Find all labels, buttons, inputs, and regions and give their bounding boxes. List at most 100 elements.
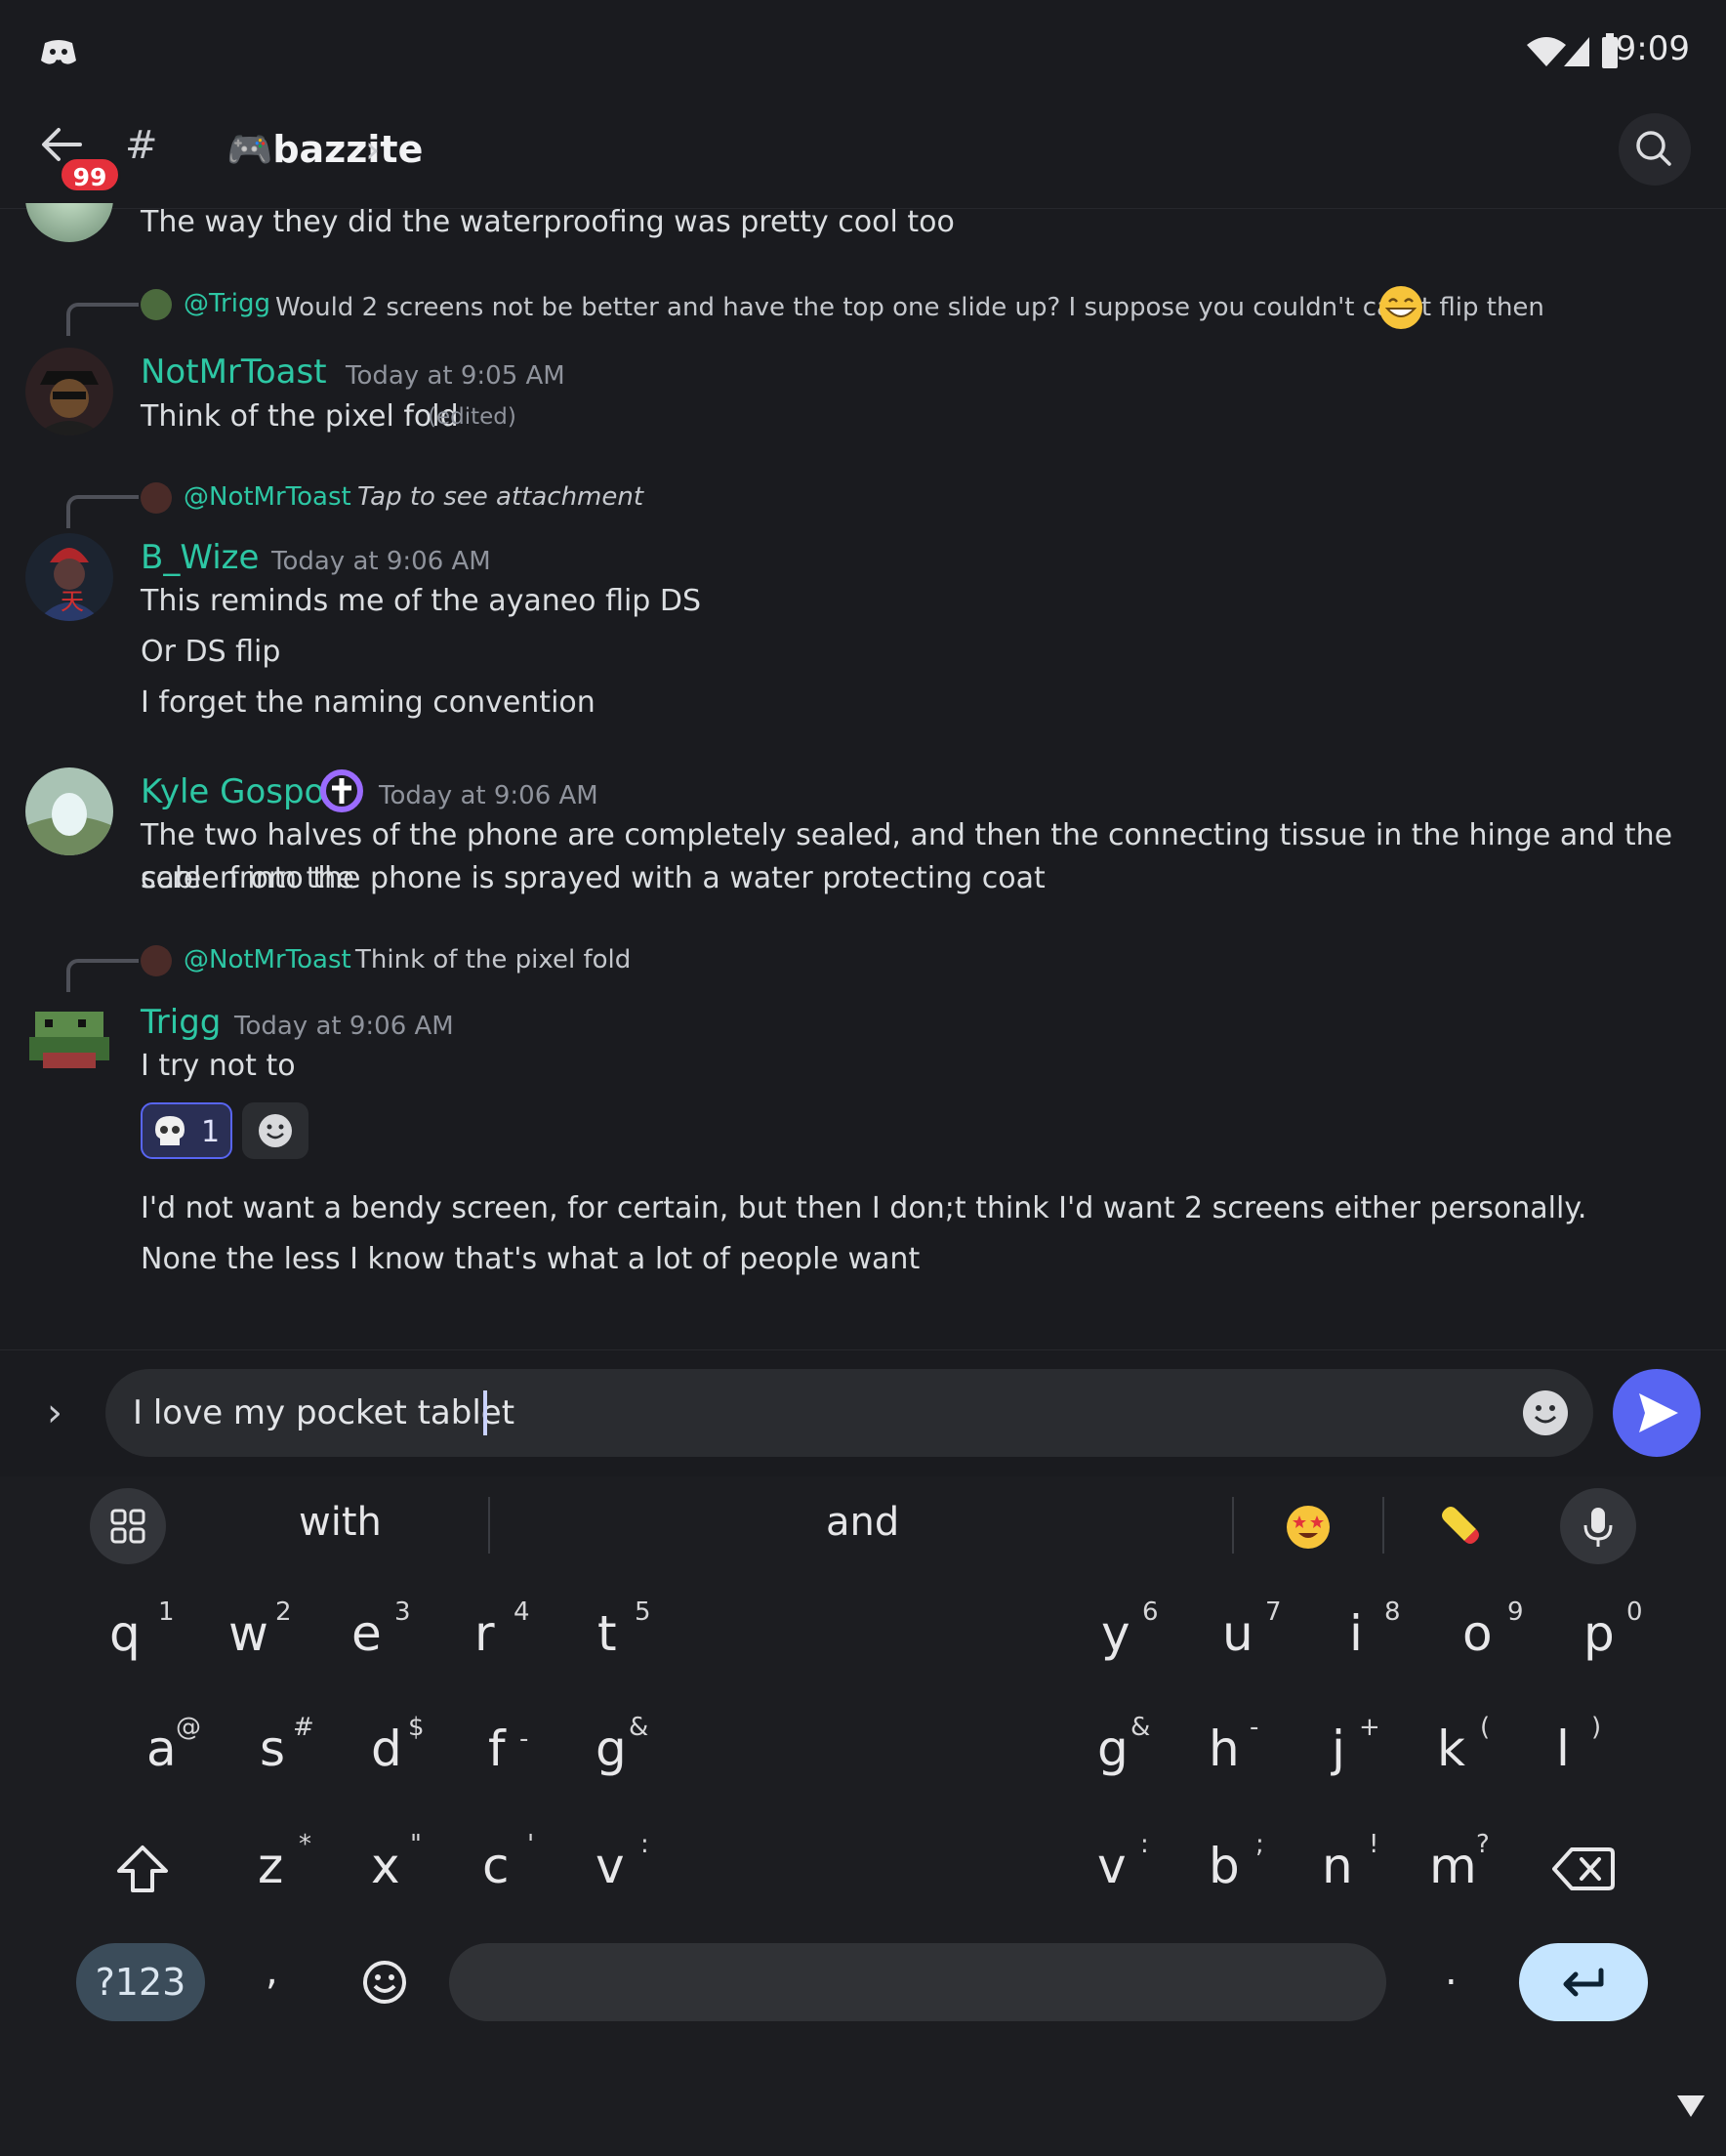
key-f[interactable]: f [488, 1721, 506, 1777]
message-text: None the less I know that's what a lot o… [141, 1242, 921, 1276]
key-g-alt: & [1130, 1713, 1151, 1742]
reply-preview[interactable]: Think of the pixel fold [355, 945, 631, 974]
key-w[interactable]: w [228, 1605, 268, 1662]
message-author[interactable]: B_Wize [141, 538, 259, 577]
expand-chevron-icon[interactable]: › [47, 1390, 62, 1435]
message-author[interactable]: Kyle Gospo [141, 772, 324, 811]
key-m[interactable]: m [1429, 1838, 1477, 1894]
key-x[interactable]: x [371, 1838, 400, 1894]
key-v-alt: : [640, 1830, 649, 1859]
avatar[interactable] [25, 767, 113, 855]
send-icon [1639, 1393, 1678, 1432]
key-t-alt: 5 [635, 1597, 651, 1627]
key-e[interactable]: e [351, 1605, 382, 1662]
message-author[interactable]: Trigg [141, 1003, 221, 1042]
message-text: I'd not want a bendy screen, for certain… [141, 1191, 1587, 1225]
add-reaction-button[interactable] [242, 1102, 308, 1159]
key-z-alt: * [299, 1830, 311, 1859]
key-t[interactable]: t [597, 1605, 617, 1662]
discord-notification-icon [41, 40, 76, 64]
key-q[interactable]: q [109, 1605, 141, 1662]
message-text: I forget the naming convention [141, 685, 596, 720]
key-d[interactable]: d [371, 1721, 402, 1777]
key-z[interactable]: z [258, 1838, 283, 1894]
text-caret [483, 1390, 487, 1435]
symbols-key[interactable]: ?123 [76, 1943, 205, 2021]
suggestion-item[interactable]: with [299, 1500, 382, 1545]
key-o-alt: 9 [1507, 1597, 1524, 1627]
key-period[interactable]: . [1445, 1949, 1458, 1994]
key-r[interactable]: r [474, 1605, 495, 1662]
key-v[interactable]: v [1097, 1838, 1127, 1894]
pill-emoji-icon[interactable] [1435, 1504, 1486, 1551]
reply-avatar [141, 289, 172, 320]
suggestion-divider [488, 1497, 490, 1554]
emoji-picker-icon[interactable] [1521, 1389, 1570, 1437]
message-text: Or DS flip [141, 635, 281, 669]
key-a-alt: @ [176, 1713, 201, 1742]
key-h-alt: - [1250, 1713, 1259, 1742]
reply-author[interactable]: @Trigg [184, 289, 270, 318]
send-button[interactable] [1613, 1369, 1701, 1457]
message-timestamp: Today at 9:06 AM [271, 547, 491, 576]
key-c[interactable]: c [482, 1838, 510, 1894]
key-u[interactable]: u [1222, 1605, 1253, 1662]
key-l[interactable]: l [1556, 1721, 1570, 1777]
key-s-alt: # [293, 1713, 314, 1742]
avatar[interactable] [25, 998, 113, 1086]
key-comma[interactable]: , [266, 1949, 278, 1994]
message-text: The way they did the waterproofing was p… [141, 205, 955, 239]
key-k-alt: ( [1480, 1713, 1491, 1742]
hide-keyboard-icon[interactable] [1675, 2094, 1706, 2119]
avatar[interactable]: 天 [25, 533, 113, 621]
message-text: I try not to [141, 1049, 296, 1083]
channel-chevron-icon[interactable]: › [365, 128, 380, 171]
emoji-key-icon[interactable] [361, 1959, 408, 2006]
key-b-alt: ; [1255, 1830, 1264, 1859]
grin-emoji-icon [1379, 286, 1422, 329]
channel-name[interactable]: 🎮bazzite [226, 128, 423, 172]
reply-preview[interactable]: Tap to see attachment [357, 482, 643, 512]
shift-icon[interactable] [115, 1842, 170, 1896]
star-struck-emoji-icon[interactable] [1285, 1504, 1332, 1551]
reply-author[interactable]: @NotMrToast [184, 945, 351, 974]
key-h[interactable]: h [1209, 1721, 1240, 1777]
search-button[interactable] [1619, 113, 1691, 186]
key-k[interactable]: k [1437, 1721, 1465, 1777]
key-i[interactable]: i [1349, 1605, 1363, 1662]
channel-hash-icon: # [125, 123, 158, 168]
key-p[interactable]: p [1583, 1605, 1615, 1662]
key-n-alt: ! [1369, 1830, 1379, 1859]
key-n[interactable]: n [1322, 1838, 1353, 1894]
reply-connector [66, 495, 139, 528]
key-b[interactable]: b [1209, 1838, 1240, 1894]
keyboard-apps-button[interactable] [90, 1488, 166, 1564]
reply-author[interactable]: @NotMrToast [184, 482, 351, 512]
key-v[interactable]: v [596, 1838, 625, 1894]
key-o[interactable]: o [1462, 1605, 1493, 1662]
voice-input-button[interactable] [1560, 1488, 1636, 1564]
skull-icon [155, 1116, 185, 1145]
message-author[interactable]: NotMrToast [141, 352, 327, 392]
key-g[interactable]: g [596, 1721, 627, 1777]
key-g[interactable]: g [1097, 1721, 1129, 1777]
reply-preview[interactable]: Would 2 screens not be better and have t… [275, 293, 1544, 322]
keyboard [0, 1476, 1726, 2156]
message-text: Think of the pixel fold [141, 399, 459, 434]
message-input-value[interactable]: I love my pocket tablet [133, 1393, 514, 1432]
backspace-icon[interactable] [1552, 1845, 1615, 1892]
key-e-alt: 3 [394, 1597, 411, 1627]
key-y[interactable]: y [1101, 1605, 1130, 1662]
suggestion-item[interactable]: and [826, 1500, 899, 1545]
key-j[interactable]: j [1332, 1721, 1345, 1777]
avatar[interactable] [25, 348, 113, 435]
reply-connector [66, 303, 139, 336]
space-bar[interactable] [449, 1943, 1386, 2021]
key-a[interactable]: a [146, 1721, 177, 1777]
reply-avatar [141, 945, 172, 976]
key-s[interactable]: s [260, 1721, 285, 1777]
message-timestamp: Today at 9:05 AM [346, 361, 565, 391]
enter-key[interactable] [1519, 1943, 1648, 2021]
smiley-icon [259, 1114, 292, 1147]
unread-badge: 99 [59, 156, 121, 193]
